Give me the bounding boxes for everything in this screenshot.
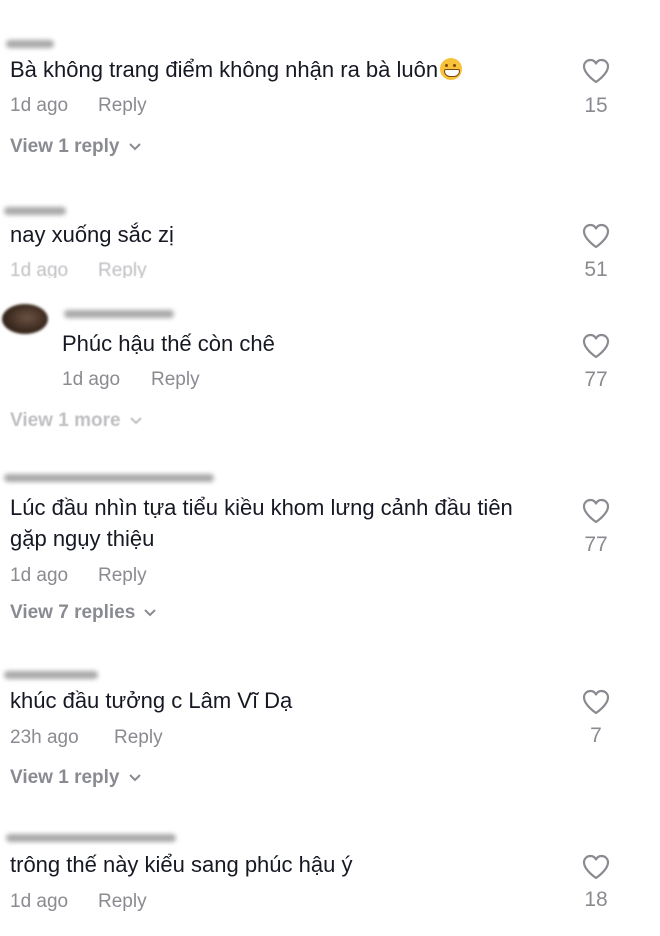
heart-outline-icon[interactable] — [582, 854, 610, 880]
view-replies-button[interactable]: View 1 reply — [10, 136, 142, 158]
comment-meta-clipped: 1d ago Reply — [0, 258, 300, 278]
heart-outline-icon[interactable] — [582, 333, 610, 359]
comment-time: 1d ago — [62, 369, 121, 390]
username-blurred — [4, 671, 98, 679]
like-count: 77 — [584, 533, 608, 556]
username-blurred — [6, 40, 54, 48]
heart-outline-icon[interactable] — [582, 689, 610, 715]
view-replies-button[interactable]: View 1 reply — [10, 767, 142, 787]
comment-text: trông thế này kiểu sang phúc hậu ý — [10, 852, 353, 877]
view-more-clipped: View 1 more — [0, 408, 300, 428]
comment-text: Bà không trang điểm không nhận ra bà luô… — [10, 54, 463, 85]
like-count: 7 — [590, 724, 602, 747]
heart-outline-icon[interactable] — [582, 498, 610, 524]
comment-text: khúc đầu tưởng c Lâm Vĩ Dạ — [10, 688, 293, 713]
reply-button[interactable]: Reply — [98, 891, 147, 913]
comment-text-line2: gặp ngụy thiệu — [10, 526, 155, 551]
username-blurred — [4, 207, 66, 215]
chevron-down-icon — [129, 417, 142, 425]
comment-text: nay xuống sắc zị — [10, 222, 174, 247]
username-blurred — [6, 834, 176, 842]
comment-time: 23h ago — [10, 727, 79, 748]
view-replies-button[interactable]: View 7 replies — [10, 602, 157, 624]
reply-button[interactable]: Reply — [98, 260, 147, 278]
view-more-button[interactable]: View 1 more — [10, 410, 143, 428]
view-replies-clipped: View 1 reply — [0, 765, 300, 787]
username-blurred — [4, 474, 214, 482]
comment-text: Phúc hậu thế còn chê — [62, 331, 275, 356]
reply-button[interactable]: Reply — [98, 565, 147, 587]
chevron-down-icon — [128, 774, 141, 782]
heart-outline-icon[interactable] — [582, 223, 610, 249]
avatar — [2, 304, 48, 334]
grinning-face-emoji-icon — [440, 58, 463, 80]
comment-time: 1d ago — [10, 95, 69, 116]
comment-time: 1d ago — [10, 891, 69, 912]
comment-time: 1d ago — [10, 565, 69, 586]
chevron-down-icon — [144, 609, 157, 617]
username-blurred — [64, 310, 174, 318]
reply-button[interactable]: Reply — [151, 369, 200, 391]
reply-button[interactable]: Reply — [98, 95, 147, 117]
comment-time: 1d ago — [10, 260, 69, 278]
heart-outline-icon[interactable] — [582, 58, 610, 84]
like-count: 51 — [584, 258, 608, 281]
like-count: 15 — [584, 94, 608, 117]
like-count: 77 — [584, 368, 608, 391]
reply-button[interactable]: Reply — [114, 727, 163, 749]
comment-text-line1: Lúc đầu nhìn tựa tiểu kiều khom lưng cản… — [10, 495, 513, 520]
like-count: 18 — [584, 888, 608, 911]
chevron-down-icon — [128, 143, 141, 151]
